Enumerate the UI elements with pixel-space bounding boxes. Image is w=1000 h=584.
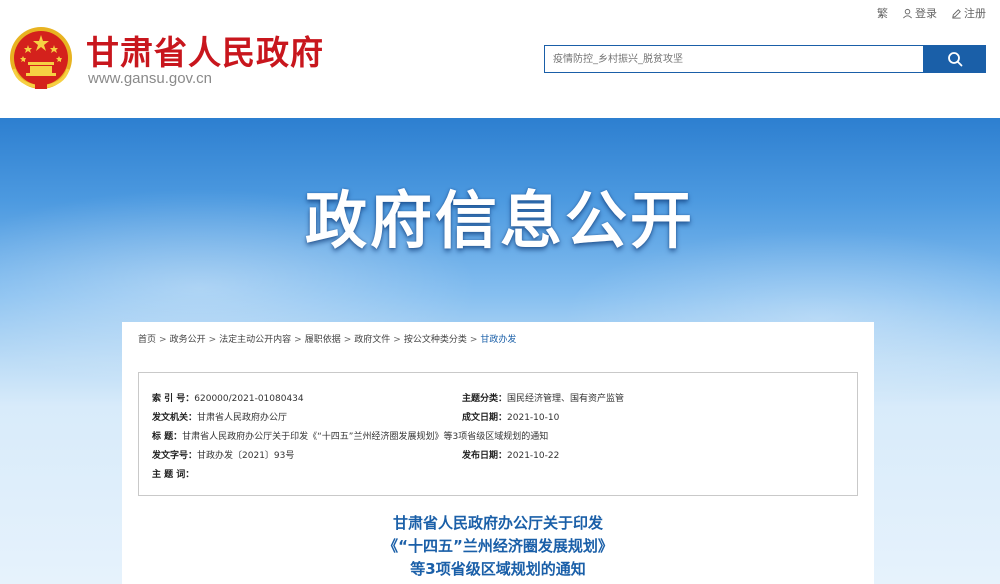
meta-topic-label: 主题分类： (462, 394, 508, 404)
meta-docno-value: 甘政办发〔2021〕93号 (197, 451, 295, 461)
meta-title: 标 题：甘肃省人民政府办公厅关于印发《“十四五”兰州经济圈发展规划》等3项省级区… (152, 429, 548, 442)
breadcrumb-separator: > (393, 335, 401, 345)
meta-index: 索 引 号：620000/2021-01080434 (152, 391, 304, 404)
search-input[interactable] (544, 45, 924, 73)
meta-created-label: 成文日期： (462, 413, 508, 423)
breadcrumb-separator: > (294, 335, 302, 345)
breadcrumb-gov-documents[interactable]: 政府文件 (354, 335, 390, 345)
meta-title-label: 标 题： (152, 432, 183, 442)
site-name[interactable]: 甘肃省人民政府 (86, 26, 324, 74)
register-link[interactable]: 注册 (951, 5, 986, 21)
user-icon (903, 8, 912, 18)
search-icon (947, 52, 962, 67)
traditional-chinese-label: 繁 (877, 7, 888, 20)
login-link[interactable]: 登录 (902, 5, 937, 21)
breadcrumb-separator: > (159, 335, 167, 345)
meta-published-value: 2021-10-22 (507, 451, 560, 461)
login-label: 登录 (915, 7, 937, 20)
breadcrumb-current[interactable]: 甘政办发 (480, 335, 516, 345)
meta-index-label: 索 引 号： (152, 394, 195, 404)
meta-issuer-label: 发文机关： (152, 413, 198, 423)
top-links: 繁 登录 注册 (877, 5, 986, 21)
meta-published: 发布日期：2021-10-22 (462, 448, 559, 461)
national-emblem-icon[interactable] (8, 25, 74, 91)
breadcrumb-gov-affairs[interactable]: 政务公开 (170, 335, 206, 345)
breadcrumb: 首页 > 政务公开 > 法定主动公开内容 > 履职依据 > 政府文件 > 按公文种类分类 > 甘政办发 (138, 332, 516, 345)
pencil-icon (952, 8, 961, 19)
document-title: 甘肃省人民政府办公厅关于印发 《“十四五”兰州经济圈发展规划》 等3项省级区域规… (122, 512, 874, 581)
meta-topic-value: 国民经济管理、国有资产监管 (507, 394, 625, 404)
search-button[interactable] (923, 45, 986, 73)
document-title-line-2: 《“十四五”兰州经济圈发展规划》 (383, 537, 613, 555)
document-title-line-3: 等3项省级区域规划的通知 (410, 560, 586, 578)
meta-title-value: 甘肃省人民政府办公厅关于印发《“十四五”兰州经济圈发展规划》等3项省级区域规划的… (182, 432, 549, 442)
banner-title: 政府信息公开 (304, 184, 695, 257)
meta-keywords: 主 题 词： (152, 467, 194, 480)
breadcrumb-statutory-content[interactable]: 法定主动公开内容 (219, 335, 291, 345)
meta-docno-label: 发文字号： (152, 451, 198, 461)
meta-issuer-value: 甘肃省人民政府办公厅 (197, 413, 288, 423)
site-url[interactable]: www.gansu.gov.cn (88, 70, 212, 87)
breadcrumb-separator: > (343, 335, 352, 345)
meta-created-value: 2021-10-10 (507, 413, 560, 423)
meta-docno: 发文字号：甘政办发〔2021〕93号 (152, 448, 294, 461)
meta-index-value: 620000/2021-01080434 (194, 394, 304, 404)
breadcrumb-separator: > (469, 335, 478, 345)
breadcrumb-duty-basis[interactable]: 履职依据 (305, 335, 341, 345)
document-title-line-1: 甘肃省人民政府办公厅关于印发 (392, 514, 603, 532)
meta-issuer: 发文机关：甘肃省人民政府办公厅 (152, 410, 287, 423)
breadcrumb-home[interactable]: 首页 (138, 335, 156, 345)
document-metadata-box: 索 引 号：620000/2021-01080434 主题分类：国民经济管理、国… (138, 372, 858, 496)
meta-keywords-label: 主 题 词： (152, 470, 195, 480)
register-label: 注册 (964, 7, 986, 20)
meta-published-label: 发布日期： (462, 451, 508, 461)
content-panel: 首页 > 政务公开 > 法定主动公开内容 > 履职依据 > 政府文件 > 按公文种类分类 > 甘政办发 … (122, 322, 874, 584)
breadcrumb-doc-type[interactable]: 按公文种类分类 (404, 335, 467, 345)
meta-created: 成文日期：2021-10-10 (462, 410, 559, 423)
breadcrumb-separator: > (208, 335, 217, 345)
site-header: 甘肃省人民政府 www.gansu.gov.cn 繁 登录 注册 (0, 0, 1000, 118)
meta-topic: 主题分类：国民经济管理、国有资产监管 (462, 391, 624, 404)
traditional-chinese-link[interactable]: 繁 (877, 5, 888, 21)
